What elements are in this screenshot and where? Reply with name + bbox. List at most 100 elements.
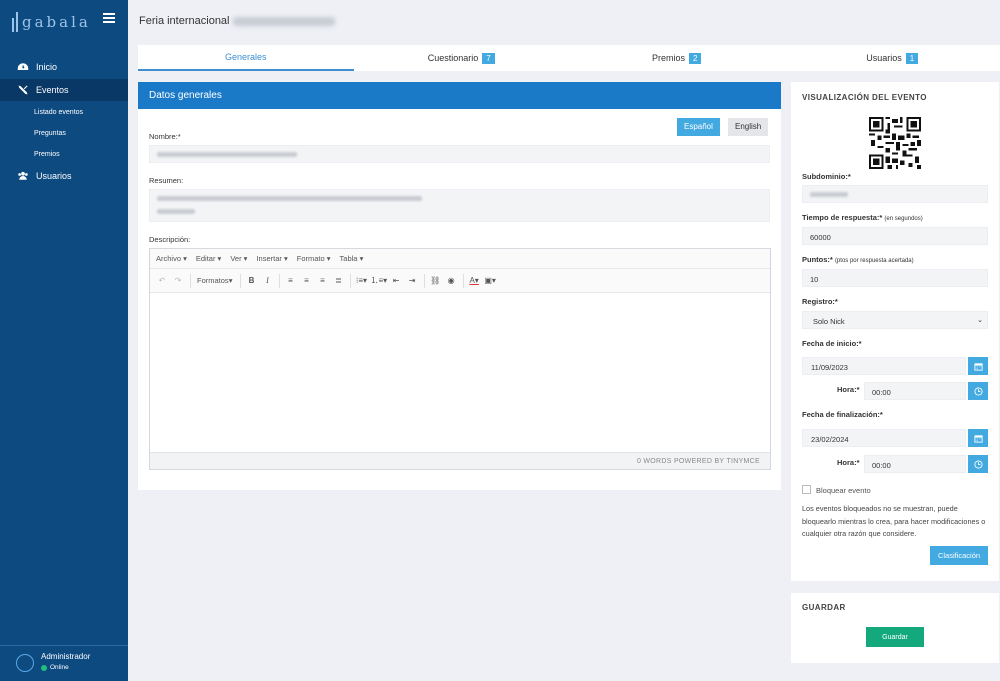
dashboard-icon <box>17 63 29 70</box>
tab-badge: 2 <box>689 52 702 64</box>
menu-label: Insertar <box>256 254 282 263</box>
tab-bar: Generales Cuestionario 7 Premios 2 Usuario… <box>138 45 1000 71</box>
register-select[interactable]: Solo Nick ⌄ <box>802 311 988 329</box>
editor-content-area[interactable] <box>150 293 770 448</box>
qr-code-icon <box>869 117 921 169</box>
classification-button[interactable]: Clasificación <box>930 546 988 565</box>
menu-tabla[interactable]: Tabla ▾ <box>340 254 364 263</box>
user-status: Online <box>41 664 90 671</box>
menu-insertar[interactable]: Insertar ▾ <box>256 254 287 263</box>
end-date-calendar-button[interactable] <box>968 429 988 447</box>
online-dot-icon <box>41 664 47 671</box>
clock-icon <box>973 459 983 469</box>
end-time-clock-button[interactable] <box>968 455 988 473</box>
user-name: Administrador <box>41 652 91 661</box>
align-right-icon[interactable]: ≡ <box>315 273 329 289</box>
logo-mark <box>12 12 18 32</box>
block-event-note: Los eventos bloqueados no se muestran, p… <box>802 504 986 538</box>
tab-label: Generales <box>224 52 267 62</box>
align-center-icon[interactable]: ≡ <box>299 273 313 289</box>
block-event-checkbox[interactable] <box>802 485 811 494</box>
visual-heading: VISUALIZACIÓN DEL EVENTO <box>802 93 927 102</box>
save-button[interactable]: Guardar <box>866 627 924 647</box>
rich-text-editor[interactable]: Archivo ▾ Editar ▾ Ver ▾ Insertar ▾ Form… <box>149 248 771 470</box>
tools-icon <box>18 85 28 95</box>
response-time-label: Tiempo de respuesta:* (en segundos) <box>802 213 923 222</box>
start-date-label: Fecha de inicio:* <box>802 339 862 348</box>
start-time-input[interactable]: 00:00 <box>864 382 966 400</box>
align-left-icon[interactable]: ≡ <box>283 273 297 289</box>
points-hint: (ptos por respuesta acertada) <box>834 258 914 264</box>
end-time-input[interactable]: 00:00 <box>864 455 966 473</box>
start-date-input[interactable]: 11/09/2023 <box>802 357 966 375</box>
subdomain-input[interactable] <box>802 185 988 203</box>
outdent-icon[interactable]: ⇤ <box>389 273 403 289</box>
menu-label: Formato <box>296 254 325 263</box>
redacted-summary-2 <box>157 209 195 214</box>
start-date-calendar-button[interactable] <box>968 357 988 375</box>
end-date-input[interactable]: 23/02/2024 <box>802 429 966 447</box>
users-icon <box>18 171 28 180</box>
preview-eye-icon[interactable]: ◉ <box>444 273 458 289</box>
tab-usuarios[interactable]: Usuarios 1 <box>785 45 1000 71</box>
editor-statusbar: 0 WORDS POWERED BY TINYMCE <box>150 452 770 469</box>
chevron-down-icon: ⌄ <box>977 317 983 324</box>
page-title-text: Feria internacional <box>139 15 230 27</box>
tab-label: Usuarios <box>866 53 902 63</box>
response-time-input[interactable]: 60000 <box>802 227 988 245</box>
background-color-icon[interactable]: ▣▾ <box>483 273 497 289</box>
menu-label: Editar <box>195 254 216 263</box>
sidebar-subitem-premios[interactable]: Premios <box>0 144 128 165</box>
logo[interactable]: gabala <box>12 10 91 34</box>
clock-icon <box>973 386 983 396</box>
calendar-icon <box>973 362 983 371</box>
tab-cuestionario[interactable]: Cuestionario 7 <box>354 45 570 71</box>
summary-textarea[interactable] <box>149 189 770 222</box>
end-date-label: Fecha de finalización:* <box>802 410 883 419</box>
numbered-list-icon[interactable]: ⒈≡▾ <box>370 273 387 289</box>
tab-badge: 1 <box>905 52 919 64</box>
bold-icon[interactable]: B <box>244 273 258 289</box>
tab-generales[interactable]: Generales <box>138 45 354 71</box>
menu-label: Tabla <box>339 254 358 263</box>
menu-ver[interactable]: Ver ▾ <box>230 254 247 263</box>
align-justify-icon[interactable]: ≣ <box>331 273 345 289</box>
redacted-subdomain <box>810 192 848 197</box>
menu-archivo[interactable]: Archivo ▾ <box>156 254 187 263</box>
menu-formato[interactable]: Formato ▾ <box>297 254 331 263</box>
sidebar-subitem-listado-eventos[interactable]: Listado eventos <box>0 102 128 123</box>
logo-text: gabala <box>22 13 91 31</box>
user-status-text: Online <box>50 664 69 671</box>
save-heading: GUARDAR <box>802 603 846 612</box>
user-box[interactable]: Administrador Online <box>0 645 128 681</box>
sidebar-item-label: Usuarios <box>36 171 72 181</box>
block-event-label[interactable]: Bloquear evento <box>816 486 871 495</box>
bullet-list-icon[interactable]: ⁝≡▾ <box>354 273 368 289</box>
sidebar-item-label: Inicio <box>36 62 58 72</box>
redacted-title <box>232 16 335 26</box>
menu-editar[interactable]: Editar ▾ <box>196 254 221 263</box>
points-input[interactable]: 10 <box>802 269 988 287</box>
italic-icon[interactable]: I <box>260 273 274 289</box>
sidebar-subitem-preguntas[interactable]: Preguntas <box>0 123 128 144</box>
link-icon[interactable]: ⛓ <box>428 273 442 289</box>
sidebar-item-inicio[interactable]: Inicio <box>0 56 128 78</box>
sidebar-item-eventos[interactable]: Eventos <box>0 79 128 101</box>
card-heading: Datos generales <box>138 82 781 109</box>
undo-icon[interactable]: ↶ <box>155 273 169 289</box>
redo-icon[interactable]: ↷ <box>171 273 185 289</box>
redacted-summary <box>157 196 422 201</box>
hamburger-menu-icon[interactable] <box>103 13 115 23</box>
start-time-clock-button[interactable] <box>968 382 988 400</box>
name-input[interactable] <box>149 145 770 163</box>
formats-dropdown[interactable]: Formatos ▾ <box>194 273 235 289</box>
text-color-icon[interactable]: A▾ <box>467 273 481 289</box>
tab-badge: 7 <box>482 52 495 64</box>
lang-english-button[interactable]: English <box>728 118 769 136</box>
editor-menubar: Archivo ▾ Editar ▾ Ver ▾ Insertar ▾ Form… <box>150 249 770 269</box>
formats-label: Formatos <box>197 276 229 285</box>
sidebar-item-usuarios[interactable]: Usuarios <box>0 165 128 187</box>
tab-premios[interactable]: Premios 2 <box>569 45 785 71</box>
indent-icon[interactable]: ⇥ <box>405 273 419 289</box>
lang-spanish-button[interactable]: Español <box>677 118 720 136</box>
